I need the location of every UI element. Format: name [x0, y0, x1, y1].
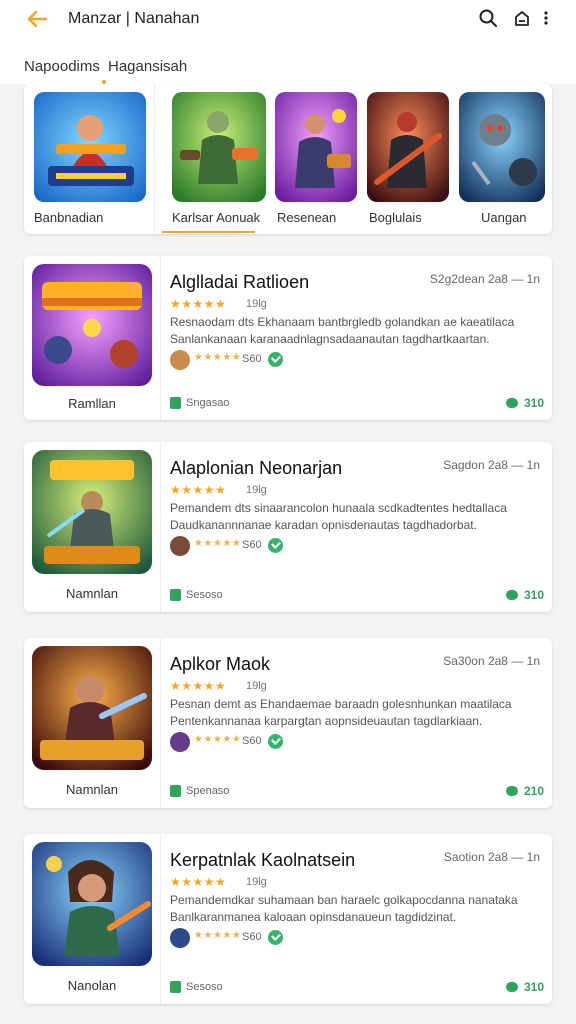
- comment-count-value: 310: [523, 588, 544, 602]
- app-description: Pesnan demt as Ehandaemae baraadn golesn…: [170, 697, 512, 728]
- review-count: S60: [242, 931, 262, 943]
- game-thumbnail: [172, 92, 266, 202]
- card-thumb-panel: Ramllan: [24, 256, 161, 420]
- app-title[interactable]: Kerpatnlak Kaolnatsein: [170, 850, 355, 871]
- review-count: S60: [242, 353, 262, 365]
- check-icon: [268, 538, 283, 553]
- comment-count[interactable]: 210: [504, 784, 544, 800]
- app-date: Saotion 2a8 — 1n: [443, 850, 540, 864]
- star-rating: ★★★★★: [170, 297, 227, 311]
- app-description: Resnaodam dts Ekhanaam bantbrgledb golan…: [170, 315, 515, 346]
- app-title[interactable]: Alglladai Ratlioen: [170, 272, 309, 293]
- check-icon: [268, 930, 283, 945]
- app-title[interactable]: Alaplonian Neonarjan: [170, 458, 342, 479]
- flag-icon: [170, 589, 181, 601]
- card-thumb-panel: Namnlan: [24, 442, 161, 612]
- source-label: Sesoso: [186, 589, 223, 601]
- comment-count[interactable]: 310: [504, 396, 544, 412]
- comment-count-value: 210: [523, 784, 544, 798]
- rating-count: 19lg: [246, 680, 267, 692]
- app-card[interactable]: Namnlan Alaplonian Neonarjan Sagdon 2a8 …: [24, 442, 552, 612]
- thumb-label: Ramllan: [68, 396, 116, 411]
- game-thumbnail: [367, 92, 449, 202]
- check-icon: [268, 352, 283, 367]
- avatar: [170, 536, 190, 556]
- game-thumbnail: [32, 842, 152, 966]
- featured-item[interactable]: Resenean: [265, 84, 357, 234]
- featured-carousel: Banbnadian Karlsar Aonuak Resenean Boglu…: [24, 84, 552, 234]
- comment-count-value: 310: [523, 980, 544, 994]
- featured-label: Banbnadian: [34, 210, 104, 225]
- app-description: Pemandem dts sinaarancolon hunaala scdka…: [170, 501, 507, 532]
- app-description: Pemandemdkar suhamaan ban haraelc golkap…: [170, 893, 518, 924]
- app-card[interactable]: Nanolan Kerpatnlak Kaolnatsein Saotion 2…: [24, 834, 552, 1004]
- mini-star-rating: ★★★★★: [194, 734, 242, 745]
- comment-count[interactable]: 310: [504, 980, 544, 996]
- thumb-label: Nanolan: [67, 978, 117, 993]
- star-rating: ★★★★★: [170, 875, 227, 889]
- app-card[interactable]: Ramllan Alglladai Ratlioen S2g2dean 2a8 …: [24, 256, 552, 420]
- tab-napoodims[interactable]: Napoodims: [24, 58, 100, 75]
- app-title[interactable]: Aplkor Maok: [170, 654, 270, 675]
- featured-item[interactable]: Karlsar Aonuak: [162, 84, 266, 234]
- rating-count: 19lg: [246, 484, 267, 496]
- check-icon: [268, 734, 283, 749]
- tab-hagansisah[interactable]: Hagansisah: [108, 58, 187, 75]
- game-thumbnail: [32, 264, 152, 386]
- thumb-label: Namnlan: [65, 782, 119, 797]
- rating-count: 19lg: [246, 298, 267, 310]
- flag-icon: [170, 785, 181, 797]
- card-thumb-panel: Nanolan: [24, 834, 161, 1004]
- mini-star-rating: ★★★★★: [194, 352, 242, 363]
- flag-icon: [170, 981, 181, 993]
- avatar: [170, 732, 190, 752]
- share-icon[interactable]: [512, 8, 532, 28]
- tab-bar: Napoodims Hagansisah: [0, 40, 576, 84]
- featured-label: Resenean: [277, 210, 337, 225]
- app-date: Sa30on 2a8 — 1n: [443, 654, 540, 668]
- back-arrow-icon[interactable]: [24, 7, 50, 31]
- mini-star-rating: ★★★★★: [194, 930, 242, 941]
- rating-count: 19lg: [246, 876, 267, 888]
- game-thumbnail: [32, 646, 152, 770]
- featured-label: Karlsar Aonuak: [172, 210, 261, 225]
- star-rating: ★★★★★: [170, 483, 227, 497]
- comment-icon: [506, 590, 518, 600]
- comment-icon: [506, 786, 518, 796]
- source-label: Spenaso: [186, 785, 230, 797]
- top-bar: Manzar | Nanahan: [0, 0, 576, 41]
- source-label: Sngasao: [186, 397, 230, 409]
- game-thumbnail: [34, 92, 146, 202]
- thumb-label: Namnlan: [65, 586, 119, 601]
- avatar: [170, 928, 190, 948]
- app-date: Sagdon 2a8 — 1n: [443, 458, 540, 472]
- review-count: S60: [242, 539, 262, 551]
- game-thumbnail: [459, 92, 545, 202]
- comment-count-value: 310: [523, 396, 544, 410]
- flag-icon: [170, 397, 181, 409]
- comment-icon: [506, 982, 518, 992]
- star-rating: ★★★★★: [170, 679, 227, 693]
- featured-item[interactable]: Banbnadian: [24, 84, 155, 234]
- card-thumb-panel: Namnlan: [24, 638, 161, 808]
- featured-item[interactable]: Uangan: [457, 84, 552, 234]
- avatar: [170, 350, 190, 370]
- comment-icon: [506, 398, 518, 408]
- review-count: S60: [242, 735, 262, 747]
- page-title: Manzar | Nanahan: [68, 10, 200, 27]
- search-icon[interactable]: [478, 8, 498, 28]
- game-thumbnail: [275, 92, 357, 202]
- game-thumbnail: [32, 450, 152, 574]
- featured-label: Uangan: [481, 210, 527, 225]
- featured-active-indicator: [162, 231, 255, 233]
- comment-count[interactable]: 310: [504, 588, 544, 604]
- mini-star-rating: ★★★★★: [194, 538, 242, 549]
- app-card[interactable]: Namnlan Aplkor Maok Sa30on 2a8 — 1n ★★★★…: [24, 638, 552, 808]
- source-label: Sesoso: [186, 981, 223, 993]
- more-vertical-icon[interactable]: [540, 8, 552, 28]
- app-date: S2g2dean 2a8 — 1n: [429, 272, 540, 286]
- featured-label: Boglulais: [369, 210, 422, 225]
- featured-item[interactable]: Boglulais: [367, 84, 457, 234]
